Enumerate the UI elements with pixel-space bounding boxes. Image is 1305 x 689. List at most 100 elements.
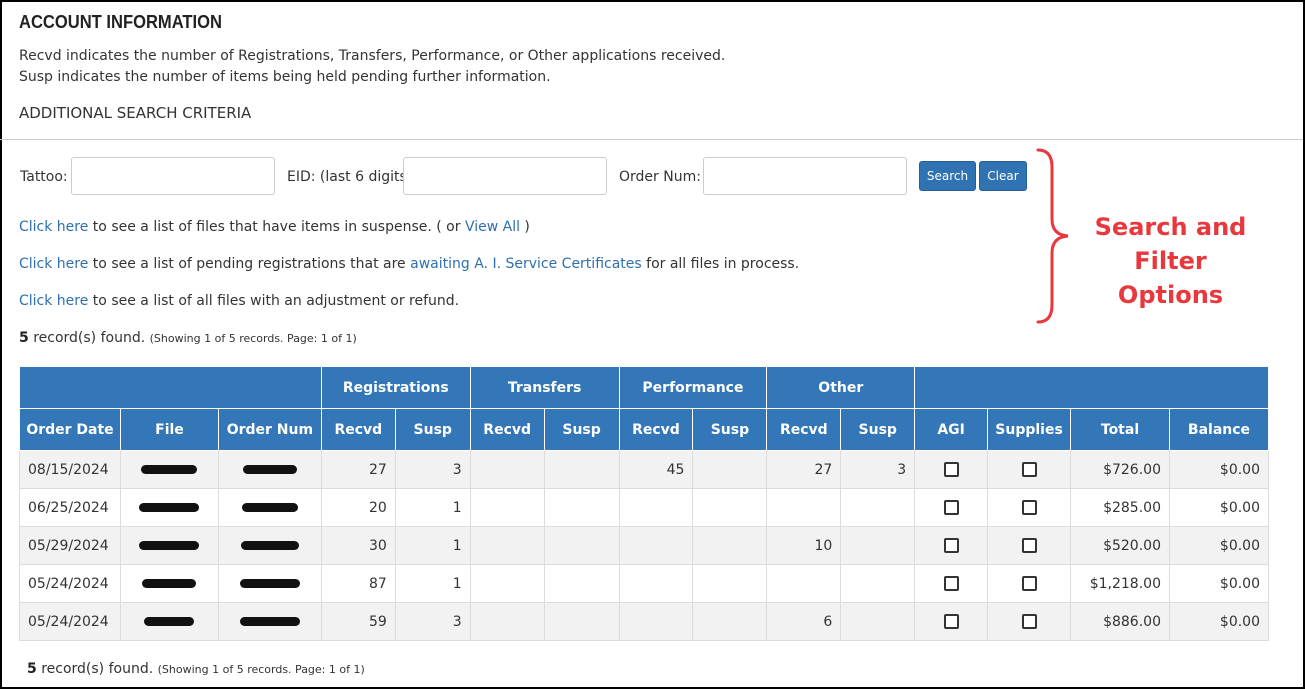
supplies-cell: [987, 488, 1072, 527]
redacted-file-link[interactable]: [142, 579, 197, 588]
group-header-row: Registrations Transfers Performance Othe…: [19, 366, 1269, 409]
page-title: ACCOUNT INFORMATION: [19, 12, 222, 32]
reg-recvd-cell: 20: [320, 488, 396, 527]
file-cell[interactable]: [119, 602, 219, 641]
redacted-file-link[interactable]: [139, 541, 200, 550]
eid-input[interactable]: [403, 157, 607, 195]
supplies-checkbox[interactable]: [1021, 614, 1037, 629]
col-balance: Balance: [1168, 408, 1270, 451]
col-order-date[interactable]: Order Date: [19, 408, 121, 451]
oth-susp-cell: [840, 564, 916, 603]
balance-cell: $0.00: [1168, 564, 1270, 603]
tattoo-input[interactable]: [71, 157, 275, 195]
redacted-order-link[interactable]: [240, 541, 299, 550]
order-num-cell[interactable]: [217, 450, 322, 489]
file-cell[interactable]: [119, 564, 219, 603]
col-supplies: Supplies: [987, 408, 1072, 451]
redacted-order-link[interactable]: [241, 503, 298, 512]
order-num-cell[interactable]: [217, 564, 322, 603]
col-total: Total: [1070, 408, 1170, 451]
file-cell[interactable]: [119, 450, 219, 489]
table-row: 05/29/2024 30 1 10 $520.00 $0.00: [19, 526, 1270, 565]
redacted-file-link[interactable]: [141, 465, 198, 474]
redacted-order-link[interactable]: [239, 579, 300, 588]
pending-click-here-link[interactable]: Click here: [19, 256, 88, 272]
curly-brace-icon: [1036, 148, 1069, 324]
group-header-performance: Performance: [618, 366, 768, 409]
table-row: 05/24/2024 59 3 6 $886.00 $0.00: [19, 602, 1270, 641]
redacted-order-link[interactable]: [239, 617, 300, 626]
adjustment-click-here-link[interactable]: Click here: [19, 293, 88, 309]
supplies-checkbox[interactable]: [1021, 500, 1037, 515]
supplies-checkbox[interactable]: [1021, 462, 1037, 477]
agi-checkbox[interactable]: [943, 500, 959, 515]
susp-description: Susp indicates the number of items being…: [19, 69, 551, 85]
group-header-registrations: Registrations: [320, 366, 471, 409]
total-cell: $1,218.00: [1070, 564, 1170, 603]
recvd-description: Recvd indicates the number of Registrati…: [19, 48, 726, 64]
pending-end-text: for all files in process.: [641, 256, 800, 272]
perf-recvd-cell: 45: [618, 450, 694, 489]
tr-susp-cell: [543, 488, 620, 527]
balance-cell: $0.00: [1168, 488, 1270, 527]
perf-susp-cell: [692, 488, 768, 527]
agi-checkbox[interactable]: [943, 614, 959, 629]
col-oth-susp: Susp: [840, 408, 916, 451]
redacted-file-link[interactable]: [144, 617, 195, 626]
perf-recvd-cell: [618, 488, 694, 527]
table-row: 06/25/2024 20 1 $285.00 $0.00: [19, 488, 1270, 527]
col-reg-recvd: Recvd: [320, 408, 396, 451]
found-text: record(s) found.: [28, 330, 146, 346]
total-cell: $886.00: [1070, 602, 1170, 641]
perf-recvd-cell: [618, 526, 694, 565]
file-cell[interactable]: [119, 526, 219, 565]
balance-cell: $0.00: [1168, 602, 1270, 641]
supplies-cell: [987, 564, 1072, 603]
search-button[interactable]: Search: [919, 161, 976, 191]
order-date-cell: 05/29/2024: [19, 526, 121, 565]
order-num-input[interactable]: [703, 157, 907, 195]
tr-susp-cell: [543, 564, 620, 603]
order-num-cell[interactable]: [217, 602, 322, 641]
agi-cell: [914, 564, 989, 603]
reg-recvd-cell: 30: [320, 526, 396, 565]
reg-susp-cell: 3: [394, 602, 471, 641]
agi-checkbox[interactable]: [943, 538, 959, 553]
agi-checkbox[interactable]: [943, 576, 959, 591]
order-num-cell[interactable]: [217, 488, 322, 527]
col-order-num[interactable]: Order Num: [217, 408, 322, 451]
redacted-file-link[interactable]: [139, 503, 200, 512]
file-cell[interactable]: [119, 488, 219, 527]
table-row: 08/15/2024 27 3 45 27 3 $726.00 $0.00: [19, 450, 1270, 489]
col-reg-susp: Susp: [394, 408, 471, 451]
order-num-cell[interactable]: [217, 526, 322, 565]
agi-cell: [914, 526, 989, 565]
total-cell: $285.00: [1070, 488, 1170, 527]
oth-recvd-cell: 10: [766, 526, 842, 565]
col-file[interactable]: File: [119, 408, 219, 451]
suspense-files-line: Click here to see a list of files that h…: [19, 219, 530, 235]
supplies-checkbox[interactable]: [1021, 576, 1037, 591]
table-row: 05/24/2024 87 1 $1,218.00 $0.00: [19, 564, 1270, 603]
total-cell: $520.00: [1070, 526, 1170, 565]
awaiting-certificates-link[interactable]: awaiting A. I. Service Certificates: [410, 256, 642, 272]
additional-search-criteria-heading: ADDITIONAL SEARCH CRITERIA: [19, 104, 252, 122]
order-date-cell: 05/24/2024: [19, 564, 121, 603]
records-found-bottom: 5 record(s) found. (Showing 1 of 5 recor…: [27, 661, 365, 677]
supplies-checkbox[interactable]: [1021, 538, 1037, 553]
tr-susp-cell: [543, 526, 620, 565]
suspense-click-here-link[interactable]: Click here: [19, 219, 88, 235]
agi-checkbox[interactable]: [943, 462, 959, 477]
redacted-order-link[interactable]: [242, 465, 297, 474]
supplies-cell: [987, 602, 1072, 641]
adjustment-refund-line: Click here to see a list of all files wi…: [19, 293, 459, 309]
showing-text-bottom: (Showing 1 of 5 records. Page: 1 of 1): [157, 663, 365, 676]
tr-recvd-cell: [469, 564, 545, 603]
clear-button[interactable]: Clear: [979, 161, 1027, 191]
order-num-label: Order Num:: [619, 169, 701, 185]
found-text-bottom: record(s) found.: [36, 661, 154, 677]
perf-susp-cell: [692, 450, 768, 489]
view-all-link[interactable]: View All: [465, 219, 520, 235]
col-tr-recvd: Recvd: [469, 408, 545, 451]
order-date-cell: 06/25/2024: [19, 488, 121, 527]
